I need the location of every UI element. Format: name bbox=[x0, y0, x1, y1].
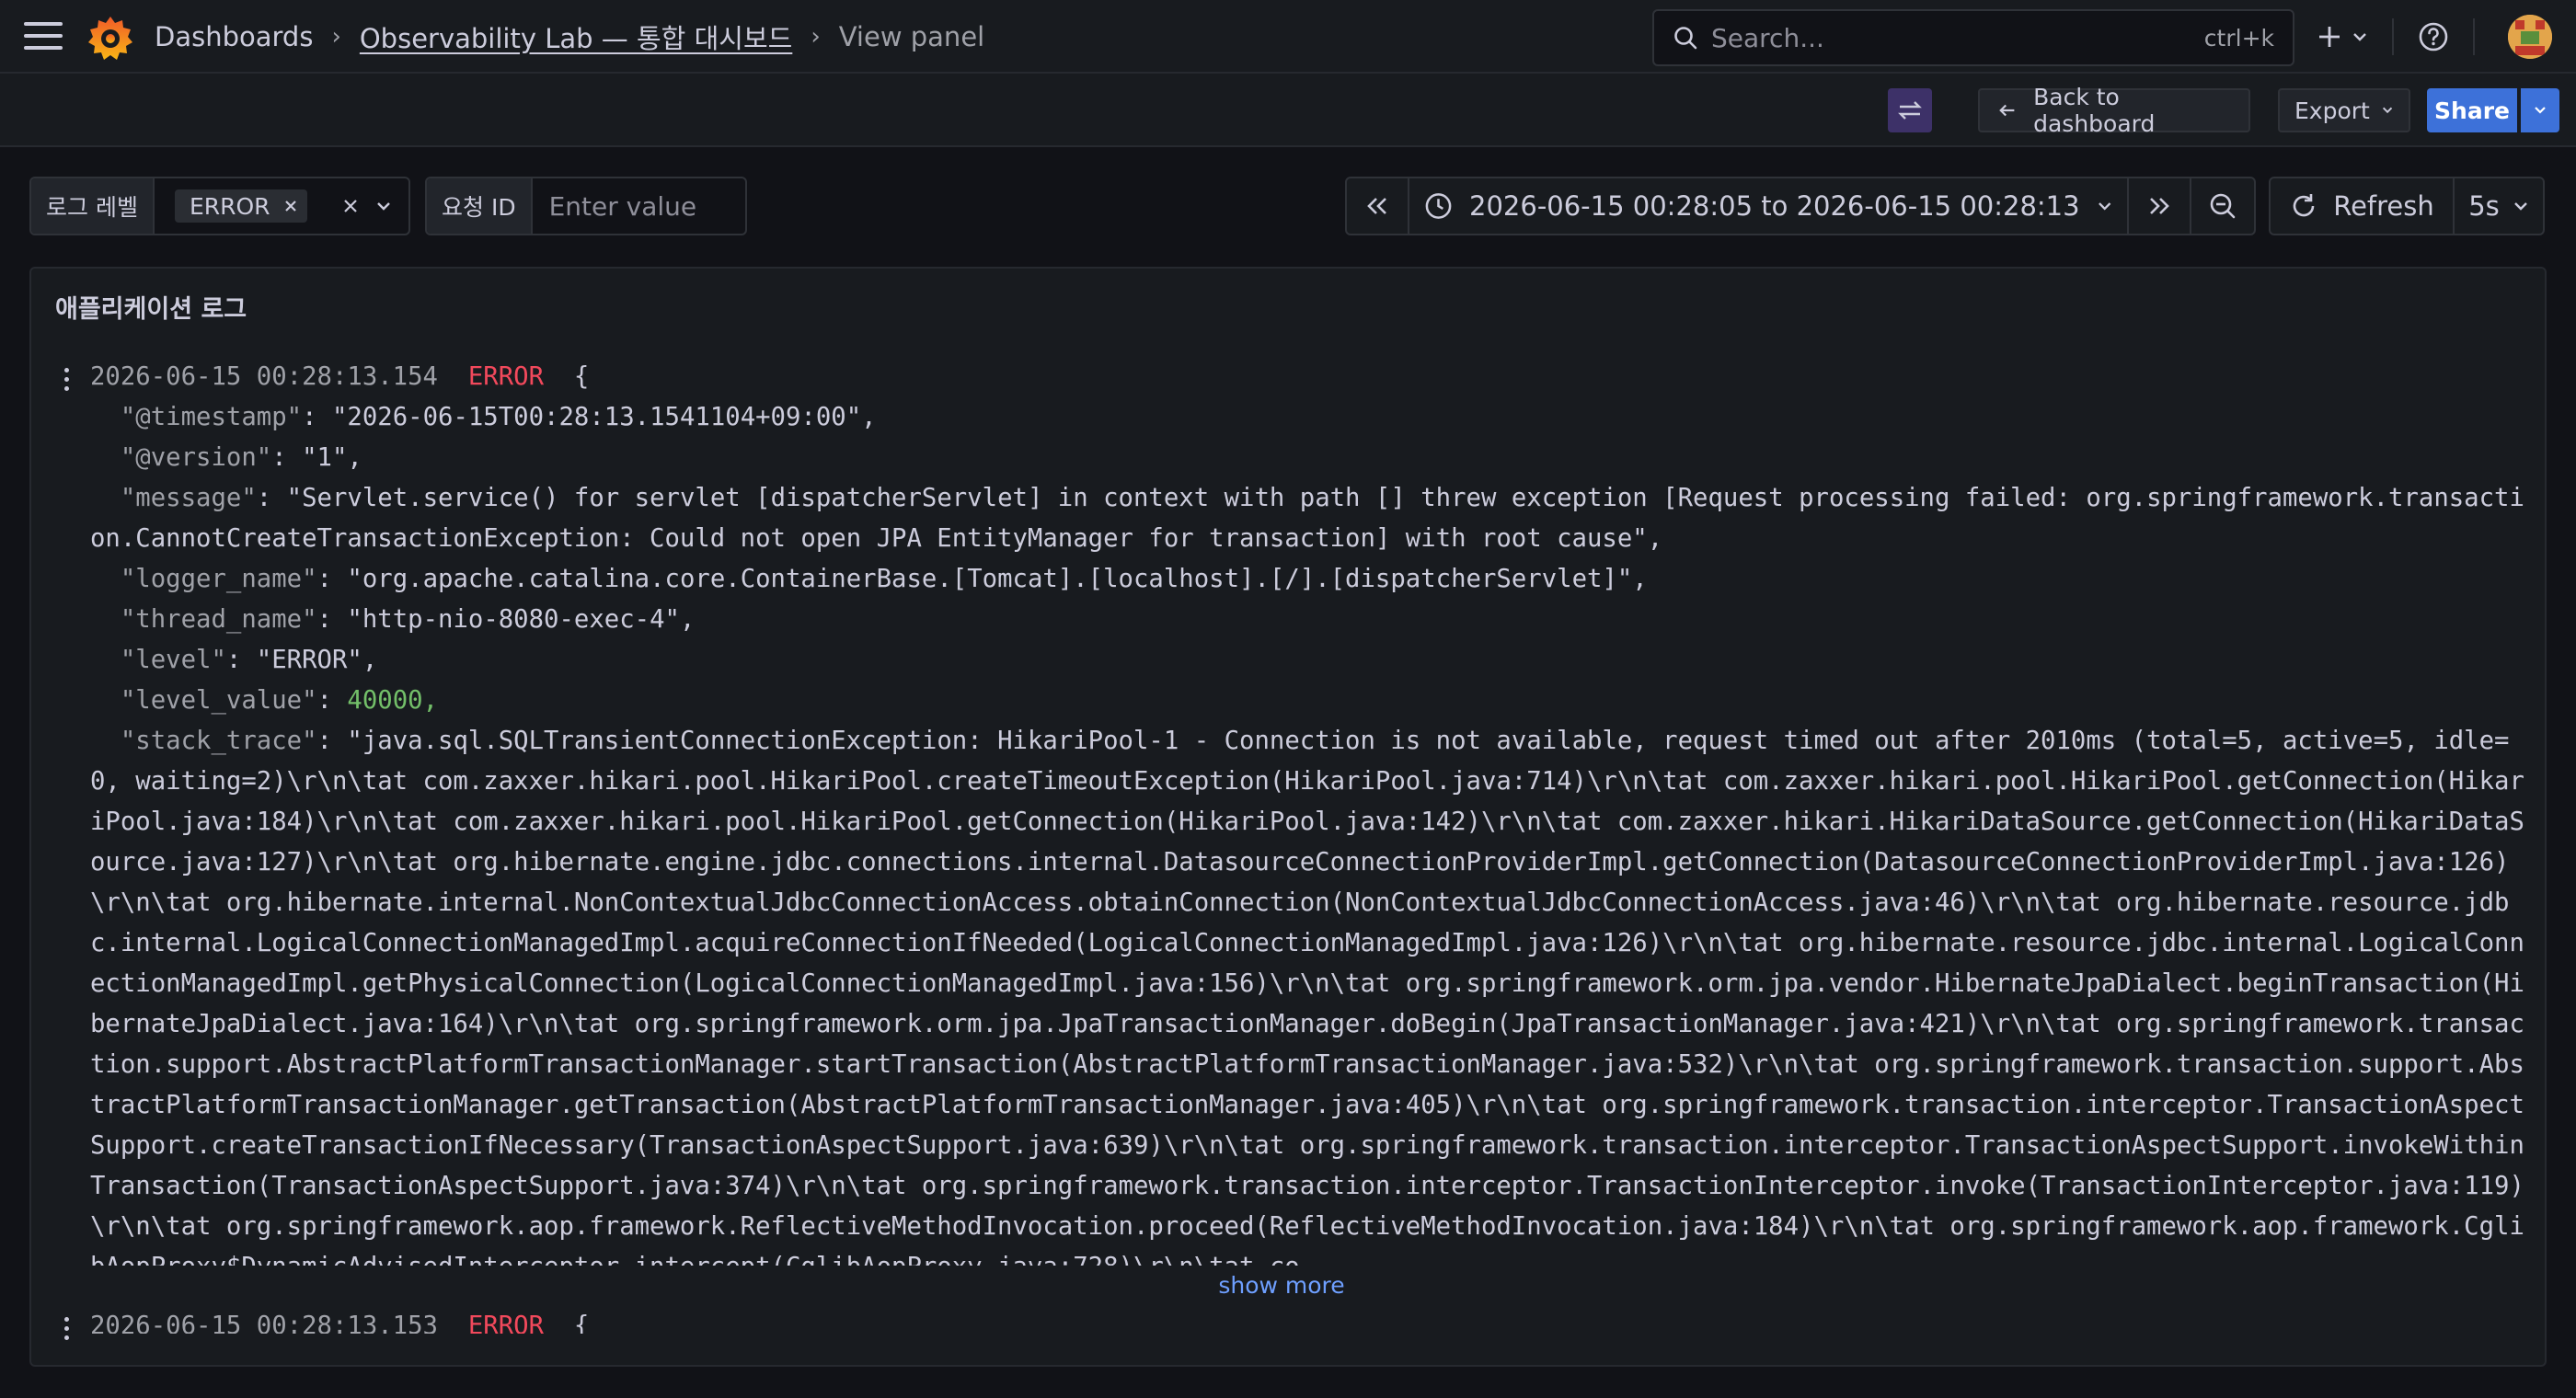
help-icon[interactable] bbox=[2418, 21, 2449, 52]
zoom-out-icon bbox=[2210, 193, 2236, 219]
variable-controls bbox=[342, 178, 408, 234]
dashboard-toolbar: Back to dashboard Export Share bbox=[0, 74, 2576, 147]
back-to-dashboard-button[interactable]: Back to dashboard bbox=[1978, 84, 2250, 137]
divider bbox=[2473, 18, 2475, 55]
export-button[interactable]: Export bbox=[2278, 88, 2410, 132]
arrow-left-icon bbox=[1999, 104, 2015, 117]
breadcrumb-dashboard-link[interactable]: Observability Lab — 통합 대시보드 bbox=[360, 17, 792, 56]
chevron-right-icon: › bbox=[331, 23, 341, 51]
back-to-dashboard-label: Back to dashboard bbox=[2033, 84, 2156, 137]
refresh-button[interactable]: Refresh bbox=[2269, 177, 2455, 235]
selected-value-chip: ERROR bbox=[174, 189, 307, 223]
export-label: Export bbox=[2294, 97, 2370, 124]
breadcrumb-current: View panel bbox=[838, 21, 985, 52]
log-field-key: "@timestamp" bbox=[120, 403, 303, 431]
chip-label: ERROR bbox=[189, 192, 270, 220]
user-avatar[interactable] bbox=[2508, 15, 2552, 59]
refresh-interval-label: 5s bbox=[2468, 190, 2500, 222]
chevron-down-icon bbox=[2535, 107, 2546, 114]
refresh-icon bbox=[2293, 194, 2315, 217]
refresh-picker: Refresh 5s bbox=[2269, 177, 2545, 235]
time-shift-forward-button[interactable] bbox=[2127, 177, 2191, 235]
log-field-value: "Servlet.service() for servlet [dispatch… bbox=[90, 484, 2524, 553]
top-navbar: Dashboards › Observability Lab — 통합 대시보드… bbox=[0, 0, 2576, 74]
time-range-label: 2026-06-15 00:28:05 to 2026-06-15 00:28:… bbox=[1469, 190, 2080, 222]
chevron-down-icon bbox=[2382, 107, 2393, 114]
log-field-key: "logger_name" bbox=[120, 565, 317, 593]
log-field-key: "stack_trace" bbox=[120, 727, 317, 755]
variable-log-level: 로그 레벨 ERROR bbox=[29, 177, 410, 235]
log-list: 2026-06-15 00:28:13.154 ERROR { "@timest… bbox=[31, 357, 2545, 1365]
chevrons-left-icon bbox=[1367, 198, 1386, 214]
request-id-placeholder: Enter value bbox=[548, 190, 697, 222]
log-field-value: "http-nio-8080-exec-4", bbox=[347, 605, 696, 634]
clock-icon bbox=[1425, 193, 1452, 219]
plus-icon bbox=[2319, 27, 2340, 47]
swap-icon bbox=[1898, 101, 1922, 120]
chevron-down-icon[interactable] bbox=[375, 198, 392, 214]
remove-icon[interactable] bbox=[283, 199, 298, 213]
new-button[interactable] bbox=[2317, 24, 2368, 50]
menu-icon[interactable] bbox=[24, 22, 63, 52]
log-timestamp: 2026-06-15 00:28:13.154 bbox=[90, 362, 438, 391]
log-row-menu-icon[interactable] bbox=[64, 1317, 70, 1345]
logs-panel: 애플리케이션 로그 2026-06-15 00:28:13.154 ERROR … bbox=[29, 267, 2547, 1367]
switch-layout-button[interactable] bbox=[1888, 88, 1932, 132]
log-field-key: "level" bbox=[120, 646, 226, 674]
time-picker: 2026-06-15 00:28:05 to 2026-06-15 00:28:… bbox=[1345, 177, 2256, 235]
chevron-down-icon bbox=[2353, 33, 2366, 41]
clear-icon[interactable] bbox=[342, 198, 359, 214]
search-placeholder: Search... bbox=[1711, 22, 1824, 53]
show-more-link[interactable]: show more bbox=[31, 1266, 2532, 1306]
grafana-logo-icon[interactable] bbox=[86, 13, 134, 61]
search-input[interactable]: Search... ctrl+k bbox=[1652, 9, 2294, 66]
chevron-down-icon bbox=[2098, 202, 2110, 211]
refresh-label: Refresh bbox=[2333, 190, 2434, 222]
share-label: Share bbox=[2434, 97, 2510, 124]
log-open-brace: { bbox=[573, 362, 590, 391]
log-field-value: "org.apache.catalina.core.ContainerBase.… bbox=[347, 565, 1648, 593]
log-level: ERROR bbox=[467, 362, 545, 391]
chevron-right-icon: › bbox=[811, 23, 821, 51]
breadcrumb-dashboards[interactable]: Dashboards bbox=[155, 21, 313, 52]
chevrons-right-icon bbox=[2150, 198, 2169, 214]
breadcrumb: Dashboards › Observability Lab — 통합 대시보드… bbox=[155, 0, 984, 74]
zoom-out-button[interactable] bbox=[2190, 177, 2256, 235]
log-body: 2026-06-15 00:28:13.154 ERROR { "@timest… bbox=[90, 357, 2532, 1266]
log-field-value: 40000, bbox=[347, 686, 439, 715]
search-icon bbox=[1674, 27, 1697, 50]
log-field-key: "@version" bbox=[120, 443, 272, 472]
log-field-value: "2026-06-15T00:28:13.1541104+09:00", bbox=[331, 403, 877, 431]
variable-label: 로그 레벨 bbox=[31, 178, 155, 234]
request-id-input[interactable]: Enter value bbox=[533, 178, 745, 234]
time-range-button[interactable]: 2026-06-15 00:28:05 to 2026-06-15 00:28:… bbox=[1408, 177, 2129, 235]
log-open-brace: { bbox=[573, 1312, 590, 1334]
log-row-menu-icon[interactable] bbox=[64, 368, 70, 395]
log-field-value: "java.sql.SQLTransientConnectionExceptio… bbox=[90, 727, 2524, 1266]
variable-label: 요청 ID bbox=[427, 178, 533, 234]
log-field-value: "ERROR", bbox=[256, 646, 378, 674]
log-level: ERROR bbox=[467, 1312, 545, 1334]
log-row[interactable]: 2026-06-15 00:28:13.154 ERROR { "@timest… bbox=[31, 357, 2545, 1306]
share-button[interactable]: Share bbox=[2427, 88, 2517, 132]
avatar-icon bbox=[2508, 15, 2552, 59]
log-field-key: "thread_name" bbox=[120, 605, 317, 634]
panel-title: 애플리케이션 로그 bbox=[55, 295, 247, 324]
log-line: 2026-06-15 00:28:13.154 ERROR { "@timest… bbox=[90, 357, 2532, 1266]
log-timestamp: 2026-06-15 00:28:13.153 bbox=[90, 1312, 438, 1334]
search-shortcut: ctrl+k bbox=[2203, 24, 2274, 52]
log-field-value: "1", bbox=[302, 443, 362, 472]
log-field-key: "level_value" bbox=[120, 686, 317, 715]
log-row[interactable]: 2026-06-15 00:28:13.153 ERROR { bbox=[31, 1306, 2545, 1340]
chevron-down-icon bbox=[2513, 202, 2527, 211]
refresh-interval-button[interactable]: 5s bbox=[2453, 177, 2545, 235]
top-actions bbox=[2317, 0, 2499, 74]
divider bbox=[2392, 18, 2394, 55]
log-line: 2026-06-15 00:28:13.153 ERROR { bbox=[90, 1306, 2532, 1334]
time-shift-back-button[interactable] bbox=[1345, 177, 1409, 235]
log-field-key: "message" bbox=[120, 484, 257, 512]
variable-request-id: 요청 ID Enter value bbox=[425, 177, 747, 235]
share-dropdown-button[interactable] bbox=[2521, 88, 2559, 132]
